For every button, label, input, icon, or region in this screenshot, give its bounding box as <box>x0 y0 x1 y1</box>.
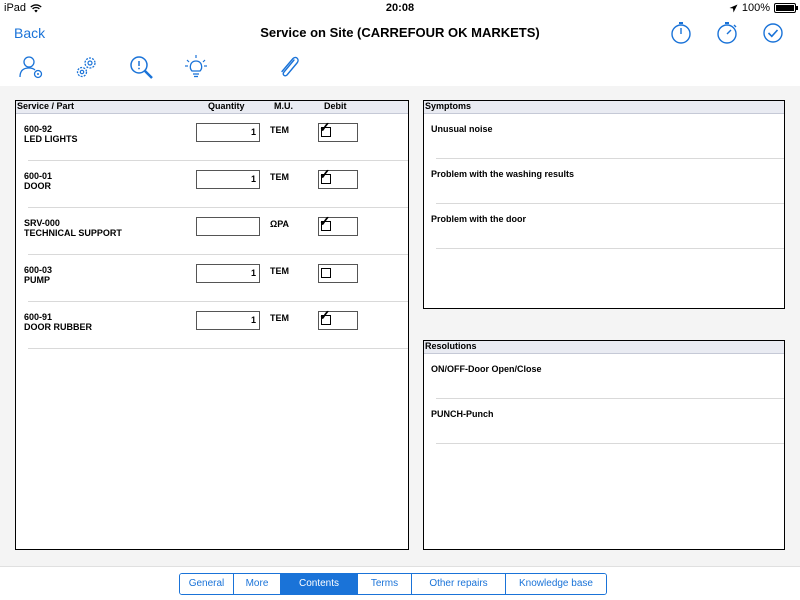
bottom-tab-bar: General More Contents Terms Other repairs Kno… <box>0 566 800 600</box>
symptom-label: Unusual noise <box>431 124 493 134</box>
battery-icon <box>774 3 798 13</box>
parts-table-header: Service / Part Quantity M.U. Debit <box>16 101 408 114</box>
table-row: 600-01 DOOR 1 TEM ✓ <box>16 161 408 208</box>
part-code: 600-92 <box>24 124 53 134</box>
tab-contents[interactable]: Contents <box>281 574 358 594</box>
part-name: DOOR <box>24 181 51 191</box>
symptom-label: Problem with the door <box>431 214 527 224</box>
row-divider <box>28 348 408 349</box>
resolution-item[interactable]: ON/OFF-Door Open/Close <box>424 354 784 399</box>
table-row: SRV-000 TECHNICAL SUPPORT ΩΡΑ ✓ <box>16 208 408 255</box>
toolbar <box>0 50 800 86</box>
part-code-name: SRV-000 TECHNICAL SUPPORT <box>24 218 122 238</box>
checkbox-square <box>321 268 331 278</box>
service-parts-panel: Service / Part Quantity M.U. Debit 600-9… <box>15 100 409 550</box>
table-row: 600-03 PUMP 1 TEM <box>16 255 408 302</box>
status-bar: iPad 20:08 100% <box>0 0 800 16</box>
quantity-input[interactable]: 1 <box>196 170 260 189</box>
row-divider <box>436 443 784 444</box>
column-service-part: Service / Part <box>17 101 75 111</box>
measurement-unit: ΩΡΑ <box>270 219 290 229</box>
part-name: TECHNICAL SUPPORT <box>24 228 122 238</box>
debit-checkbox[interactable] <box>318 264 358 283</box>
row-divider <box>436 248 784 249</box>
location-arrow-icon <box>729 4 738 12</box>
debit-checkbox[interactable]: ✓ <box>318 307 358 330</box>
checkmark-icon: ✓ <box>319 213 331 229</box>
checkmark-icon: ✓ <box>319 307 331 323</box>
tab-terms[interactable]: Terms <box>358 574 412 594</box>
column-mu: M.U. <box>274 101 293 111</box>
tab-more[interactable]: More <box>234 574 281 594</box>
status-time: 20:08 <box>385 2 415 14</box>
measurement-unit: TEM <box>270 125 289 135</box>
symptom-item[interactable]: Unusual noise <box>424 114 784 159</box>
stopwatch-icon[interactable] <box>668 20 694 46</box>
resolution-item[interactable]: PUNCH-Punch <box>424 399 784 444</box>
part-code-name: 600-92 LED LIGHTS <box>24 124 78 144</box>
part-name: LED LIGHTS <box>24 134 78 144</box>
quantity-input[interactable] <box>196 217 260 236</box>
debit-checkbox[interactable]: ✓ <box>318 166 358 189</box>
part-code-name: 600-03 PUMP <box>24 265 52 285</box>
tab-general[interactable]: General <box>180 574 234 594</box>
symptoms-panel: Symptoms Unusual noise Problem with the w… <box>423 100 785 309</box>
symptoms-header: Symptoms <box>424 101 784 114</box>
battery-percent: 100% <box>741 2 770 14</box>
table-row: 600-92 LED LIGHTS 1 TEM ✓ <box>16 114 408 161</box>
lightbulb-icon[interactable] <box>182 53 210 81</box>
resolution-label: ON/OFF-Door Open/Close <box>431 364 542 374</box>
part-code-name: 600-01 DOOR <box>24 171 52 191</box>
search-zoom-icon[interactable] <box>127 53 155 81</box>
symptom-item[interactable]: Problem with the washing results <box>424 159 784 204</box>
resolutions-header: Resolutions <box>424 341 784 354</box>
symptom-item[interactable]: Problem with the door <box>424 204 784 249</box>
timer-icon[interactable] <box>714 20 740 46</box>
customer-settings-icon[interactable] <box>18 53 46 81</box>
quantity-input[interactable]: 1 <box>196 264 260 283</box>
measurement-unit: TEM <box>270 172 289 182</box>
checkmark-icon: ✓ <box>319 166 331 182</box>
column-quantity: Quantity <box>208 101 245 111</box>
part-name: PUMP <box>24 275 51 285</box>
measurement-unit: TEM <box>270 313 289 323</box>
measurement-unit: TEM <box>270 266 289 276</box>
part-code: 600-91 <box>24 312 53 322</box>
part-code-name: 600-91 DOOR RUBBER <box>24 312 92 332</box>
tab-knowledge-base[interactable]: Knowledge base <box>506 574 606 594</box>
checkmark-icon: ✓ <box>319 119 331 135</box>
checkmark-circle-icon[interactable] <box>760 20 786 46</box>
quantity-input[interactable]: 1 <box>196 311 260 330</box>
part-code: 600-03 <box>24 265 53 275</box>
tab-other-repairs[interactable]: Other repairs <box>412 574 506 594</box>
navigation-bar: Back Service on Site (CARREFOUR OK MARKE… <box>0 16 800 50</box>
part-code: 600-01 <box>24 171 53 181</box>
part-code: SRV-000 <box>24 218 60 228</box>
segmented-tabs: General More Contents Terms Other repairs Kno… <box>179 573 607 595</box>
debit-checkbox[interactable]: ✓ <box>318 213 358 236</box>
resolutions-panel: Resolutions ON/OFF-Door Open/Close PUNCH-… <box>423 340 785 550</box>
gears-icon[interactable] <box>73 53 101 81</box>
table-row: 600-91 DOOR RUBBER 1 TEM ✓ <box>16 302 408 349</box>
column-debit: Debit <box>324 101 347 111</box>
paperclip-icon[interactable] <box>275 53 303 81</box>
symptom-label: Problem with the washing results <box>431 169 575 179</box>
quantity-input[interactable]: 1 <box>196 123 260 142</box>
debit-checkbox[interactable]: ✓ <box>318 119 358 142</box>
part-name: DOOR RUBBER <box>24 322 93 332</box>
resolution-label: PUNCH-Punch <box>431 409 494 419</box>
